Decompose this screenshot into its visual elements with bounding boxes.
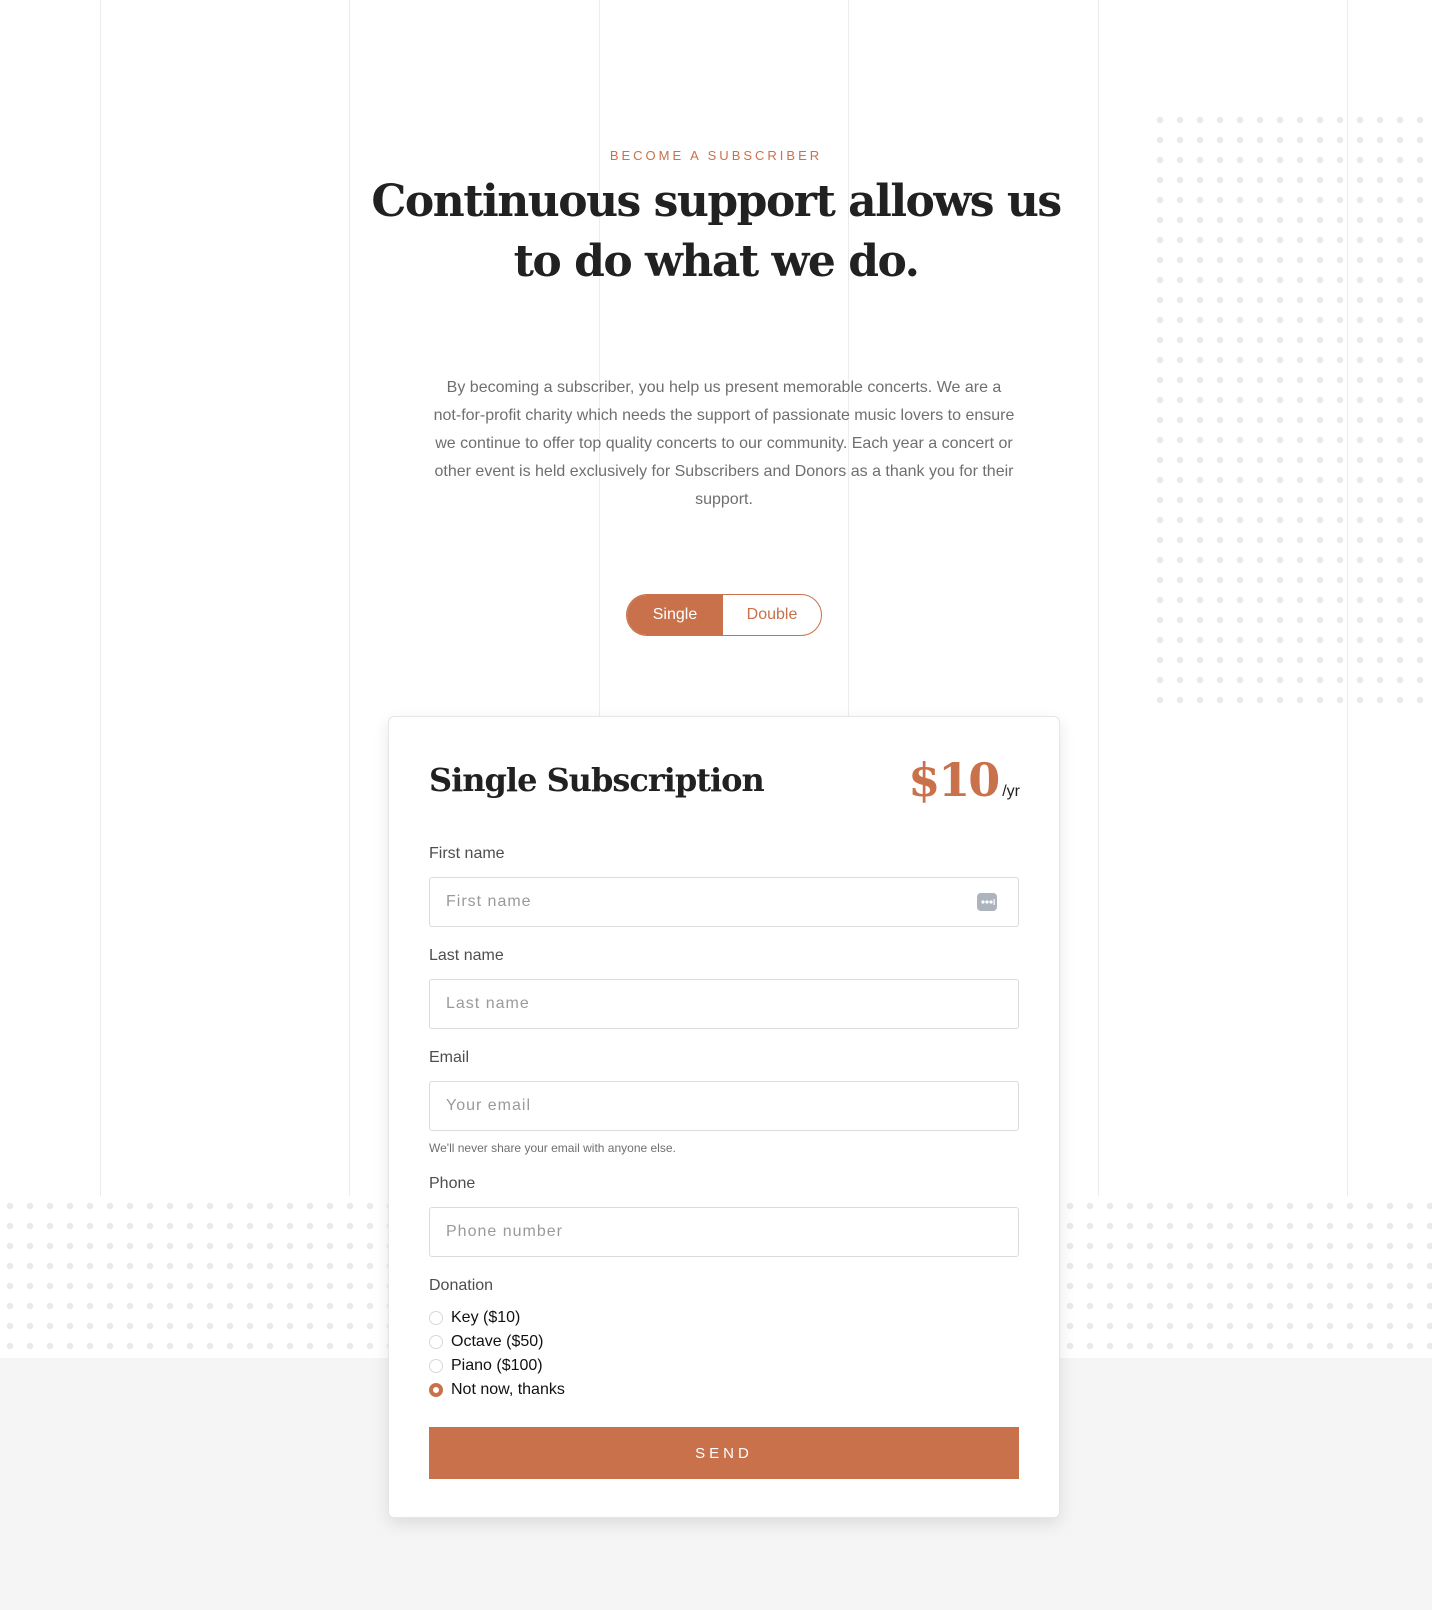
donation-option-label: Key ($10) (451, 1309, 521, 1326)
radio-checked-icon[interactable] (429, 1383, 443, 1397)
grid-line (848, 0, 849, 716)
subscription-card: Single Subscription $10 /yr First name L… (388, 716, 1060, 1518)
toggle-single-button[interactable]: Single (627, 595, 723, 635)
last-name-input[interactable] (429, 979, 1019, 1029)
radio-unchecked-icon[interactable] (429, 1335, 443, 1349)
donation-option-label: Octave ($50) (451, 1333, 544, 1350)
radio-unchecked-icon[interactable] (429, 1359, 443, 1373)
price-period: /yr (1002, 783, 1020, 800)
grid-line (599, 0, 600, 716)
phone-label: Phone (429, 1175, 476, 1192)
section-eyebrow: BECOME A SUBSCRIBER (609, 148, 823, 163)
email-help-text: We'll never share your email with anyone… (429, 1141, 676, 1155)
donation-label: Donation (429, 1277, 494, 1294)
page-title: Continuous support allows us to do what … (371, 176, 1062, 287)
toggle-double-button[interactable]: Double (723, 595, 821, 635)
donation-option-label: Not now, thanks (451, 1381, 565, 1398)
donation-option-key[interactable]: Key ($10) (429, 1307, 520, 1329)
phone-input[interactable] (429, 1207, 1019, 1257)
grid-line (100, 0, 101, 1196)
price-amount: $10 (908, 753, 1000, 807)
first-name-input[interactable] (429, 877, 1019, 927)
last-name-label: Last name (429, 947, 504, 964)
donation-option-piano[interactable]: Piano ($100) (429, 1355, 543, 1377)
send-button[interactable]: SEND (429, 1427, 1019, 1479)
card-title: Single Subscription (429, 761, 765, 799)
dot-pattern-right (1150, 110, 1432, 710)
grid-line (1098, 0, 1099, 1196)
subscription-type-toggle: Single Double (626, 594, 822, 636)
price: $10 /yr (908, 753, 1020, 807)
email-label: Email (429, 1049, 470, 1066)
autofill-key-icon[interactable] (976, 891, 998, 913)
donation-option-octave[interactable]: Octave ($50) (429, 1331, 543, 1353)
donation-option-label: Piano ($100) (451, 1357, 543, 1374)
radio-unchecked-icon[interactable] (429, 1311, 443, 1325)
donation-option-not-now[interactable]: Not now, thanks (429, 1379, 565, 1401)
intro-paragraph: By becoming a subscriber, you help us pr… (433, 379, 1015, 508)
grid-line (349, 0, 350, 1196)
email-input[interactable] (429, 1081, 1019, 1131)
first-name-label: First name (429, 845, 505, 862)
